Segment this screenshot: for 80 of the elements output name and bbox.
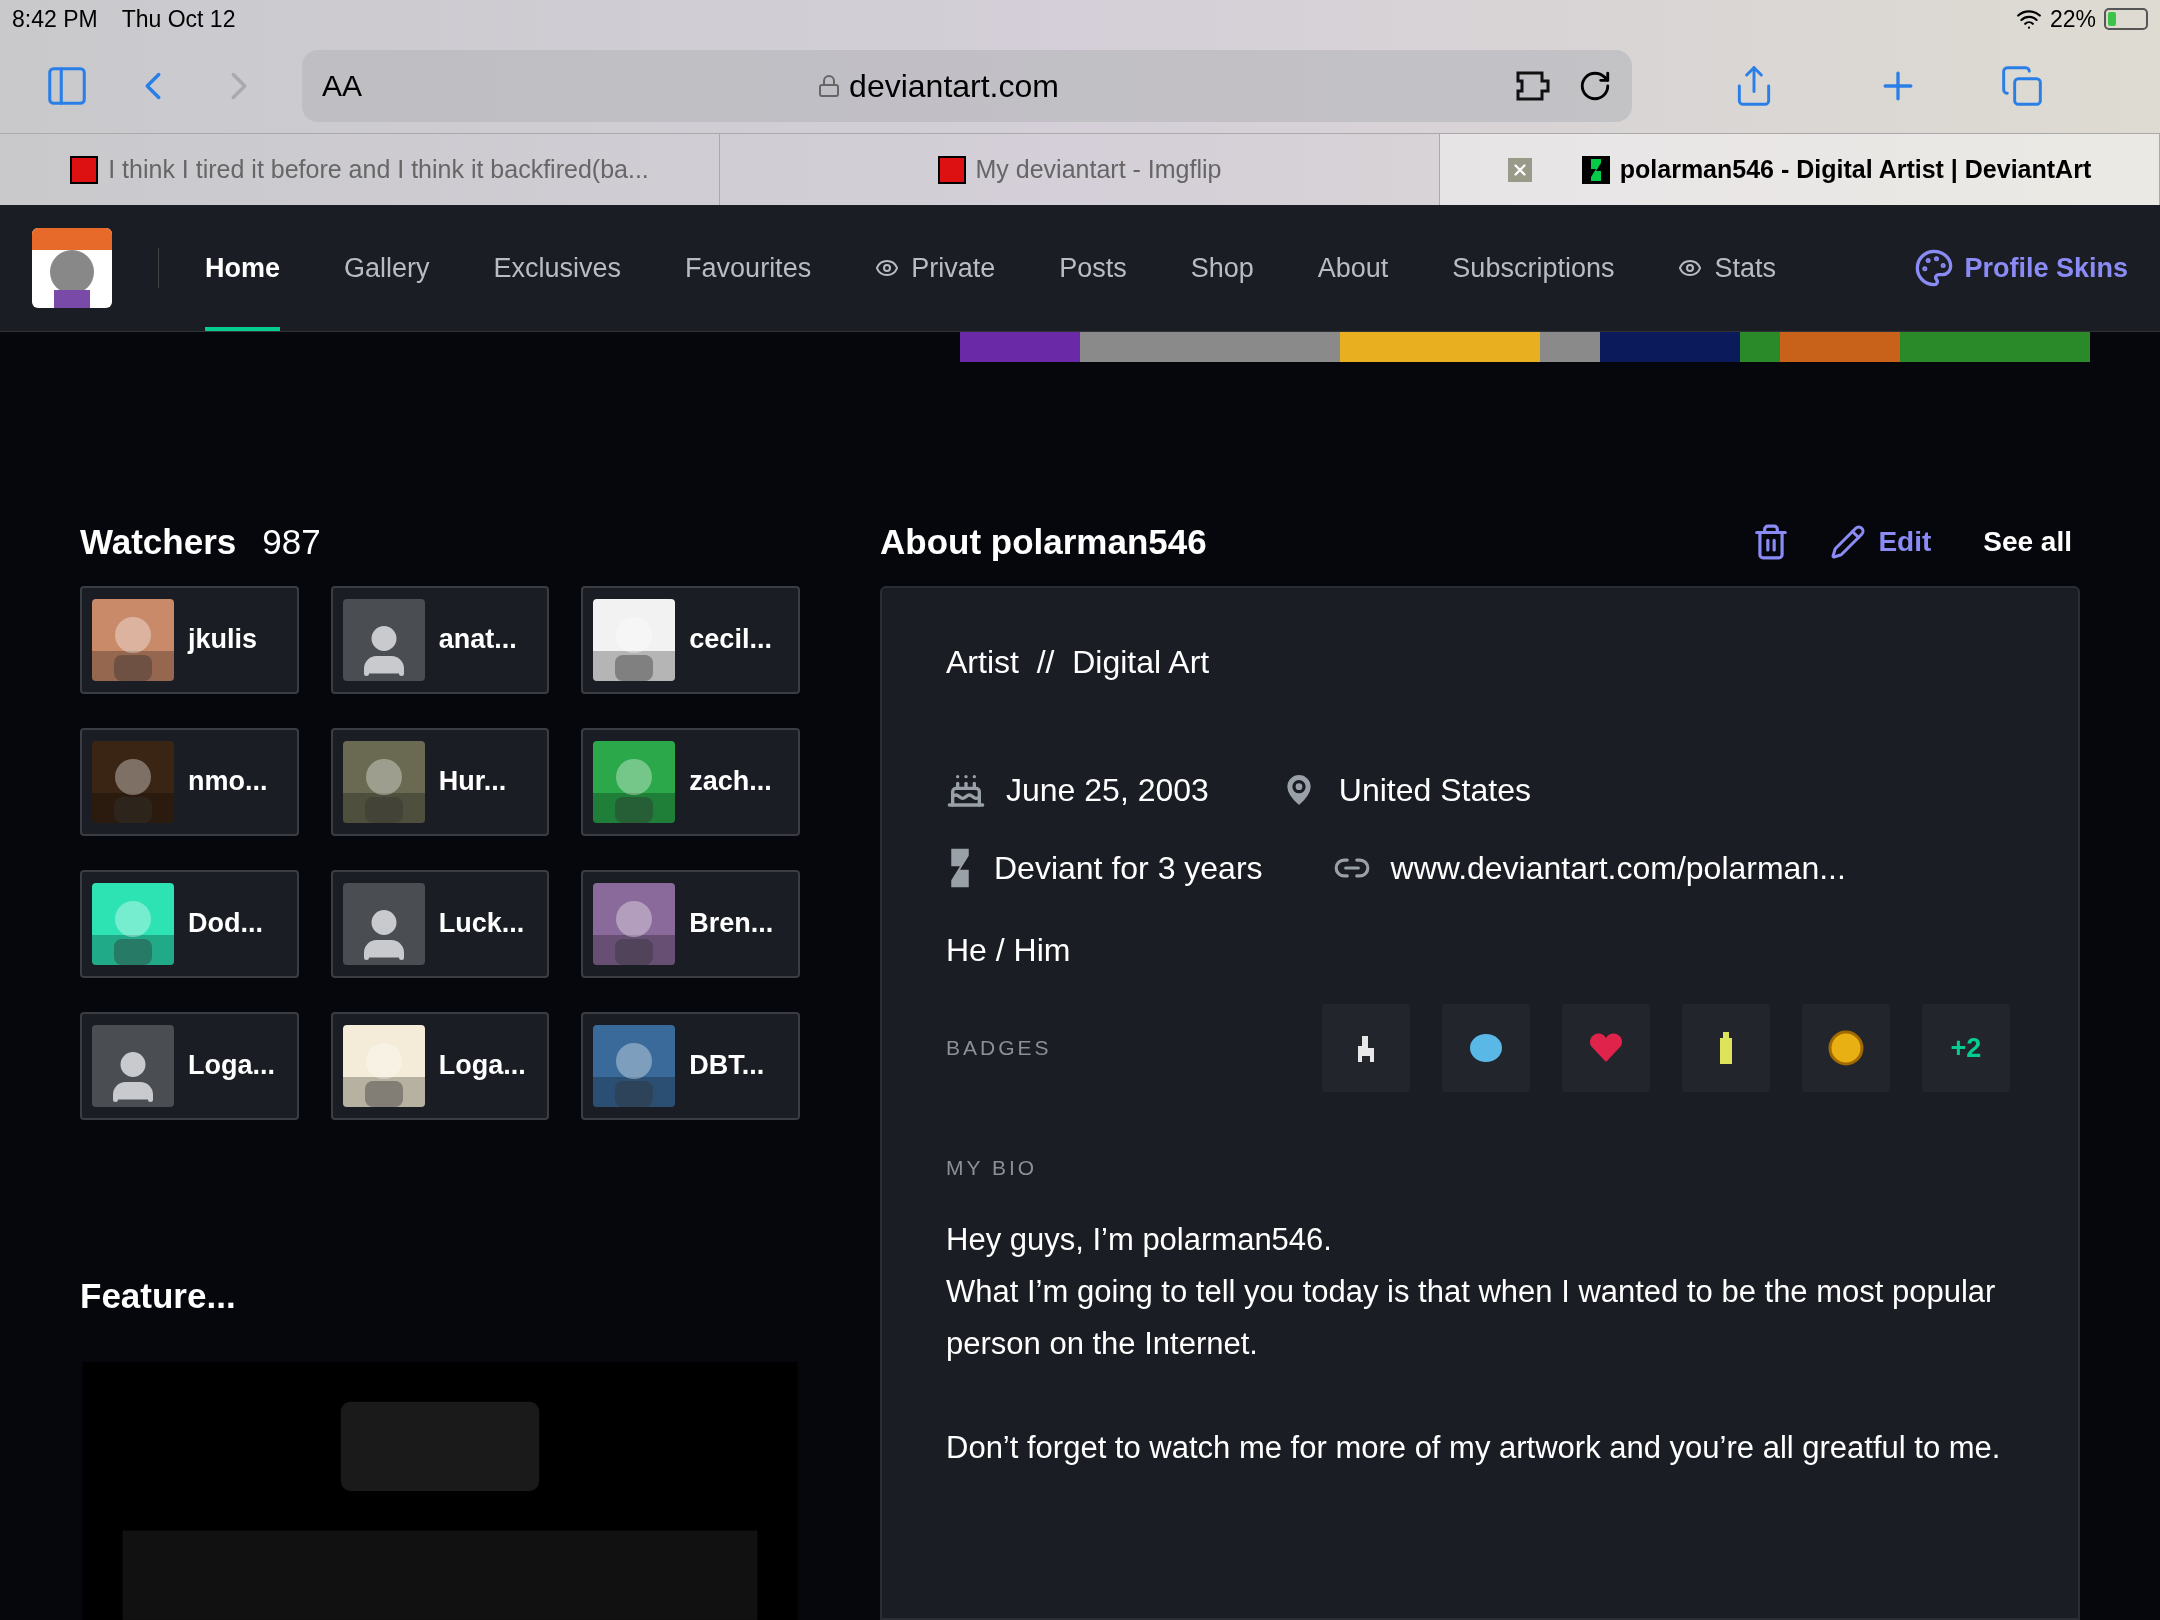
- pronouns: He / Him: [946, 931, 1072, 970]
- tab-title: My deviantart - Imgflip: [975, 153, 1222, 185]
- section-title: Feature...: [80, 1274, 237, 1317]
- bio-text: What I’m going to tell you today is that when I wanted to be the most popular person on the Internet.: [946, 1272, 1997, 1363]
- more-badges-button[interactable]: +2: [1922, 1004, 2010, 1092]
- nav-tab[interactable]: Shop: [1190, 205, 1254, 331]
- website-link[interactable]: www.deviantart.com/polarman...: [1390, 844, 1846, 892]
- nav-tab[interactable]: Subscriptions: [1452, 205, 1615, 331]
- nav-tab[interactable]: Exclusives: [493, 205, 622, 331]
- battery-icon: [2104, 8, 2148, 30]
- badge[interactable]: [1442, 1004, 1530, 1092]
- watcher-name: zach...: [689, 765, 772, 799]
- watcher-name: Dod...: [188, 907, 263, 941]
- member-since: Deviant for 3 years: [994, 849, 1263, 888]
- watcher-card[interactable]: zach...: [581, 727, 800, 836]
- bio-text: Hey guys, I’m polarman546.: [946, 1220, 1333, 1259]
- watcher-name: Luck...: [438, 907, 525, 941]
- headline: Artist // Digital Art: [946, 643, 1211, 682]
- bio-label: MY BIO: [946, 1155, 1039, 1181]
- watcher-card[interactable]: jkulis: [80, 585, 299, 694]
- badge[interactable]: [1802, 1004, 1890, 1092]
- default-avatar-icon: [342, 598, 425, 681]
- bio-text: Don’t forget to watch me for more of my artwork and you’re all greatful to me.: [946, 1428, 2002, 1467]
- watcher-card[interactable]: anat...: [330, 585, 550, 694]
- nav-tab[interactable]: Favourites: [685, 205, 812, 331]
- section-title: Watchers: [80, 520, 237, 563]
- watcher-card[interactable]: Loga...: [80, 1011, 299, 1120]
- badge[interactable]: [1322, 1004, 1410, 1092]
- nav-tab[interactable]: Private: [875, 205, 996, 331]
- watcher-card[interactable]: Dod...: [80, 869, 299, 978]
- tabs-icon[interactable]: [2000, 63, 2044, 108]
- nav-tab[interactable]: Gallery: [344, 205, 430, 331]
- url-text: deviantart.com: [849, 66, 1059, 106]
- watcher-name: cecil...: [689, 623, 772, 657]
- watcher-card[interactable]: DBT...: [581, 1011, 800, 1120]
- watcher-card[interactable]: cecil...: [581, 585, 800, 694]
- watcher-card[interactable]: Loga...: [330, 1011, 550, 1120]
- imgflip-logo-icon: [937, 155, 966, 184]
- watcher-name: Bren...: [689, 907, 774, 941]
- browser-tab[interactable]: polarman546 - Digital Artist | DeviantArt: [1440, 134, 2160, 205]
- deviantart-logo-icon: [1581, 155, 1610, 184]
- coin-icon: [1828, 1030, 1864, 1066]
- close-tab-button[interactable]: [1507, 157, 1532, 182]
- watcher-card[interactable]: Bren...: [581, 869, 800, 978]
- section-title: About polarman546: [880, 520, 1208, 563]
- pencil-icon: [1830, 524, 1867, 560]
- battery-percent: 22%: [2049, 4, 2096, 34]
- default-avatar-icon: [92, 1024, 174, 1107]
- badges-label: BADGES: [946, 1035, 1053, 1062]
- text-size-button[interactable]: AA: [322, 63, 363, 108]
- nav-tab[interactable]: About: [1317, 205, 1389, 331]
- watcher-name: Hur...: [438, 765, 507, 799]
- watcher-count: 987: [262, 520, 321, 563]
- status-time: 8:42 PM: [12, 4, 98, 34]
- palette-icon: [1914, 248, 1955, 288]
- lock-icon: [817, 73, 842, 98]
- tab-title: I think I tired it before and I think it backfired(ba...: [108, 153, 649, 185]
- birthday: June 25, 2003: [1006, 771, 1209, 810]
- nav-tab[interactable]: Home: [205, 205, 280, 331]
- edit-button[interactable]: Edit: [1830, 521, 1932, 563]
- profile-skins-link[interactable]: Profile Skins: [1914, 205, 2128, 331]
- badge[interactable]: [1682, 1004, 1770, 1092]
- default-avatar-icon: [342, 882, 425, 965]
- watcher-card[interactable]: Hur...: [330, 727, 550, 836]
- status-date: Thu Oct 12: [121, 4, 236, 34]
- watcher-card[interactable]: nmo...: [80, 727, 299, 836]
- watcher-name: anat...: [438, 623, 517, 657]
- location: United States: [1338, 771, 1531, 810]
- nav-tab[interactable]: Stats: [1678, 205, 1776, 331]
- watcher-card[interactable]: Luck...: [330, 869, 550, 978]
- watcher-name: nmo...: [188, 765, 268, 799]
- see-all-link[interactable]: See all: [1983, 521, 2072, 563]
- watcher-name: Loga...: [438, 1049, 526, 1083]
- tab-title: polarman546 - Digital Artist | DeviantArt: [1619, 153, 2092, 185]
- watcher-name: DBT...: [689, 1049, 765, 1083]
- imgflip-logo-icon: [70, 155, 99, 184]
- nav-tab[interactable]: Posts: [1059, 205, 1127, 331]
- address-bar[interactable]: AA deviantart.com: [302, 49, 1632, 122]
- watcher-name: jkulis: [188, 623, 258, 657]
- watcher-name: Loga...: [188, 1049, 275, 1083]
